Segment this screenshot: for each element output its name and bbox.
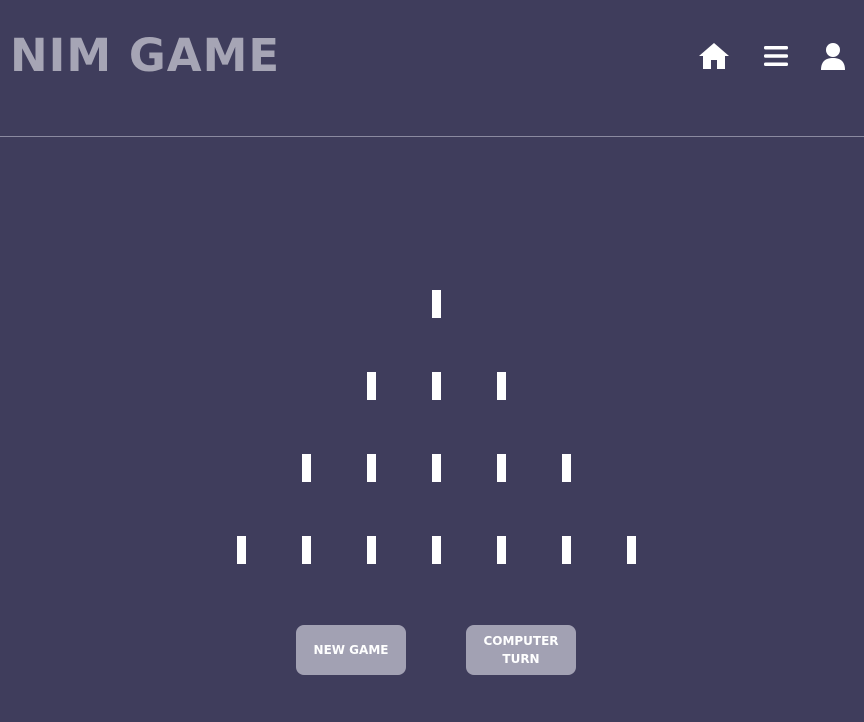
- nim-stick[interactable]: [366, 536, 376, 564]
- nim-stick[interactable]: [496, 454, 506, 482]
- nim-stick[interactable]: [496, 536, 506, 564]
- nim-stick[interactable]: [431, 372, 441, 400]
- nim-stick[interactable]: [496, 372, 506, 400]
- nim-stick[interactable]: [561, 536, 571, 564]
- nim-stick[interactable]: [431, 536, 441, 564]
- nim-board: [0, 138, 864, 608]
- nim-stick[interactable]: [626, 536, 636, 564]
- nim-stick[interactable]: [301, 536, 311, 564]
- page-title: NIM GAME: [10, 29, 281, 82]
- nim-stick[interactable]: [366, 372, 376, 400]
- nim-stick[interactable]: [366, 454, 376, 482]
- nim-stick[interactable]: [431, 454, 441, 482]
- user-icon[interactable]: [817, 40, 849, 72]
- computer-turn-button[interactable]: COMPUTER TURN: [466, 625, 576, 675]
- nim-stick[interactable]: [561, 454, 571, 482]
- new-game-button[interactable]: NEW GAME: [296, 625, 406, 675]
- nim-stick[interactable]: [431, 290, 441, 318]
- app-header: NIM GAME: [0, 0, 864, 137]
- nim-stick[interactable]: [236, 536, 246, 564]
- nim-stick[interactable]: [301, 454, 311, 482]
- menu-icon[interactable]: [760, 40, 792, 72]
- home-icon[interactable]: [698, 40, 730, 72]
